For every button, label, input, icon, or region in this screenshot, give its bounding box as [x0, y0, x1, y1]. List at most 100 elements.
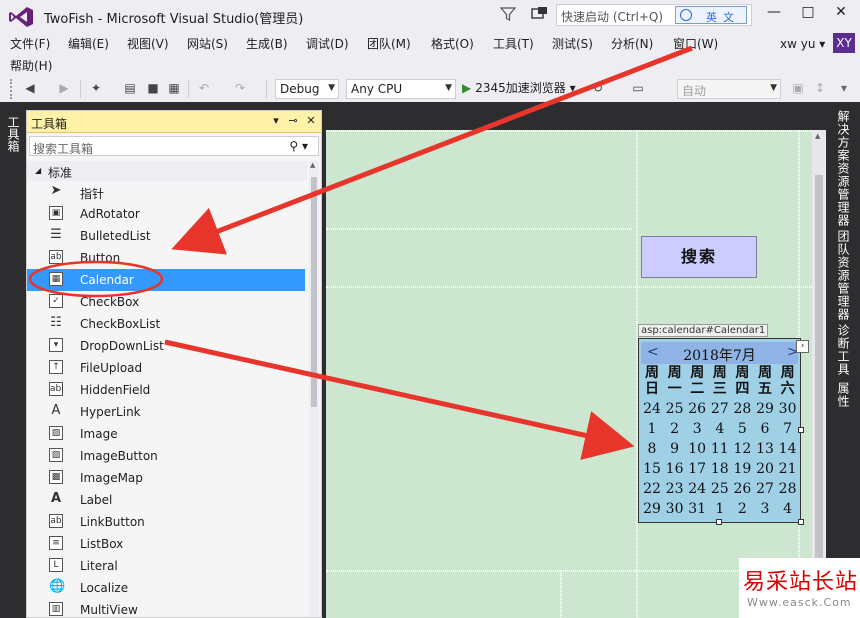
solution-config-select[interactable]: Debug ▼ — [275, 79, 339, 99]
menu-tools[interactable]: 工具(T) — [493, 35, 534, 52]
scrollbar-thumb[interactable] — [311, 177, 317, 407]
toolbox-item-selected[interactable]: ▦ Calendar — [27, 269, 305, 291]
calendar-day[interactable]: 23 — [664, 481, 686, 497]
calendar-day[interactable]: 8 — [641, 441, 663, 457]
toolbox-item[interactable]: ▾ DropDownList — [27, 335, 305, 357]
ime-indicator[interactable]: 英文 — [675, 6, 747, 24]
calendar-day[interactable]: 25 — [664, 401, 686, 417]
menu-build[interactable]: 生成(B) — [246, 35, 288, 52]
forward-icon[interactable]: ▶ — [56, 80, 72, 96]
previous-month-link[interactable]: < — [647, 344, 659, 360]
calendar-day[interactable]: 28 — [777, 481, 799, 497]
calendar-day[interactable]: 14 — [777, 441, 799, 457]
calendar-day[interactable]: 29 — [641, 501, 663, 517]
toolbox-item[interactable]: ✓ CheckBox — [27, 291, 305, 313]
calendar-day[interactable]: 1 — [709, 501, 731, 517]
toolbox-item[interactable]: ▣ AdRotator — [27, 203, 305, 225]
toolbox-item[interactable]: ▩ ImageMap — [27, 467, 305, 489]
close-button[interactable]: ✕ — [830, 4, 852, 24]
calendar-control[interactable]: 2018年7月 < > 周日周一周二周三周四周五周六 24 25 26 27 28 29 30… — [638, 338, 801, 523]
toolbox-item[interactable]: abl HiddenField — [27, 379, 305, 401]
toolbox-item[interactable]: ☰ BulletedList — [27, 225, 305, 247]
calendar-day[interactable]: 15 — [641, 461, 663, 477]
designer-scrollbar[interactable]: ▲ — [812, 130, 826, 618]
back-icon[interactable]: ◀ — [22, 80, 38, 96]
new-project-icon[interactable]: ✦ — [88, 80, 104, 96]
toolbox-item[interactable]: ➤ 指针 — [27, 181, 305, 203]
resize-handle[interactable] — [798, 427, 804, 433]
calendar-day[interactable]: 27 — [709, 401, 731, 417]
calendar-day[interactable]: 13 — [754, 441, 776, 457]
scroll-up-icon[interactable]: ▲ — [310, 161, 315, 169]
toolbar-icon-a[interactable]: ▣ — [790, 80, 806, 96]
menu-website[interactable]: 网站(S) — [187, 35, 228, 52]
menu-window[interactable]: 窗口(W) — [673, 35, 718, 52]
calendar-day[interactable]: 18 — [709, 461, 731, 477]
close-icon[interactable]: ✕ — [304, 114, 318, 128]
toolbox-item[interactable]: ▥ MultiView — [27, 599, 305, 618]
menu-view[interactable]: 视图(V) — [127, 35, 169, 52]
undo-icon[interactable]: ↶ — [196, 80, 212, 96]
diagnostic-tools-tab[interactable]: 诊断工具 — [836, 324, 852, 376]
toolbox-search-input[interactable]: 搜索工具箱 ⚲ ▾ — [29, 136, 319, 156]
redo-icon[interactable]: ↷ — [232, 80, 248, 96]
toolbar-grip[interactable] — [10, 79, 14, 99]
user-name[interactable]: xw yu ▾ — [780, 37, 825, 51]
window-position-icon[interactable]: ▾ — [269, 114, 283, 128]
toolbox-item[interactable]: ☷ CheckBoxList — [27, 313, 305, 335]
calendar-day[interactable]: 6 — [754, 421, 776, 437]
menu-test[interactable]: 测试(S) — [552, 35, 593, 52]
platform-select[interactable]: Any CPU ▼ — [346, 79, 456, 99]
calendar-day[interactable]: 12 — [731, 441, 753, 457]
search-icon[interactable]: ⚲ ▾ — [289, 139, 308, 153]
menu-team[interactable]: 团队(M) — [367, 35, 411, 52]
toolbox-item[interactable]: ≡ ListBox — [27, 533, 305, 555]
calendar-day[interactable]: 10 — [686, 441, 708, 457]
calendar-day[interactable]: 4 — [777, 501, 799, 517]
calendar-day[interactable]: 2 — [731, 501, 753, 517]
properties-tab[interactable]: 属性 — [836, 382, 852, 408]
notification-icon[interactable] — [530, 6, 548, 22]
calendar-day[interactable]: 29 — [754, 401, 776, 417]
calendar-day[interactable]: 26 — [731, 481, 753, 497]
toolbox-item[interactable]: ab LinkButton — [27, 511, 305, 533]
team-explorer-tab[interactable]: 团队资源管理器 — [836, 230, 852, 321]
calendar-control-tag[interactable]: asp:calendar#Calendar1 — [638, 324, 769, 337]
calendar-day[interactable]: 28 — [731, 401, 753, 417]
browser-link-icon[interactable]: ▭ — [630, 80, 646, 96]
calendar-day[interactable]: 7 — [777, 421, 799, 437]
quick-launch-input[interactable]: 快速启动 (Ctrl+Q) 英文 — [556, 4, 752, 26]
calendar-day[interactable]: 21 — [777, 461, 799, 477]
minimize-button[interactable]: — — [763, 4, 785, 24]
toolbox-item[interactable]: A HyperLink — [27, 401, 305, 423]
calendar-day[interactable]: 3 — [754, 501, 776, 517]
menu-debug[interactable]: 调试(D) — [306, 35, 349, 52]
save-all-icon[interactable]: ▦ — [166, 80, 182, 96]
pin-icon[interactable]: ⊸ — [286, 114, 300, 128]
search-button[interactable]: 搜索 — [641, 236, 757, 278]
calendar-day[interactable]: 1 — [641, 421, 663, 437]
scroll-up-icon[interactable]: ▲ — [815, 132, 820, 140]
calendar-day[interactable]: 27 — [754, 481, 776, 497]
calendar-day[interactable]: 16 — [664, 461, 686, 477]
calendar-day[interactable]: 26 — [686, 401, 708, 417]
toolbar-overflow-icon[interactable]: ▾ — [836, 80, 852, 96]
calendar-day[interactable]: 17 — [686, 461, 708, 477]
toolbox-item[interactable]: ↑ FileUpload — [27, 357, 305, 379]
smart-tag-icon[interactable]: › — [796, 340, 809, 353]
calendar-day[interactable]: 3 — [686, 421, 708, 437]
start-debugging-button[interactable]: ▶ 2345加速浏览器 ▾ — [462, 79, 576, 99]
calendar-day[interactable]: 24 — [686, 481, 708, 497]
resize-handle[interactable] — [798, 519, 804, 525]
menu-analyze[interactable]: 分析(N) — [611, 35, 653, 52]
open-file-icon[interactable]: ▤ — [122, 80, 138, 96]
toolbox-item[interactable]: ▨ Image — [27, 423, 305, 445]
calendar-day[interactable]: 9 — [664, 441, 686, 457]
toolbox-scrollbar[interactable]: ▲ — [309, 161, 319, 617]
toolbox-side-tab[interactable]: 工具箱 — [6, 116, 22, 152]
toolbox-item[interactable]: 🌐 Localize — [27, 577, 305, 599]
calendar-day[interactable]: 24 — [641, 401, 663, 417]
solution-explorer-tab[interactable]: 解决方案资源管理器 — [836, 110, 852, 227]
calendar-day[interactable]: 30 — [777, 401, 799, 417]
calendar-day[interactable]: 20 — [754, 461, 776, 477]
